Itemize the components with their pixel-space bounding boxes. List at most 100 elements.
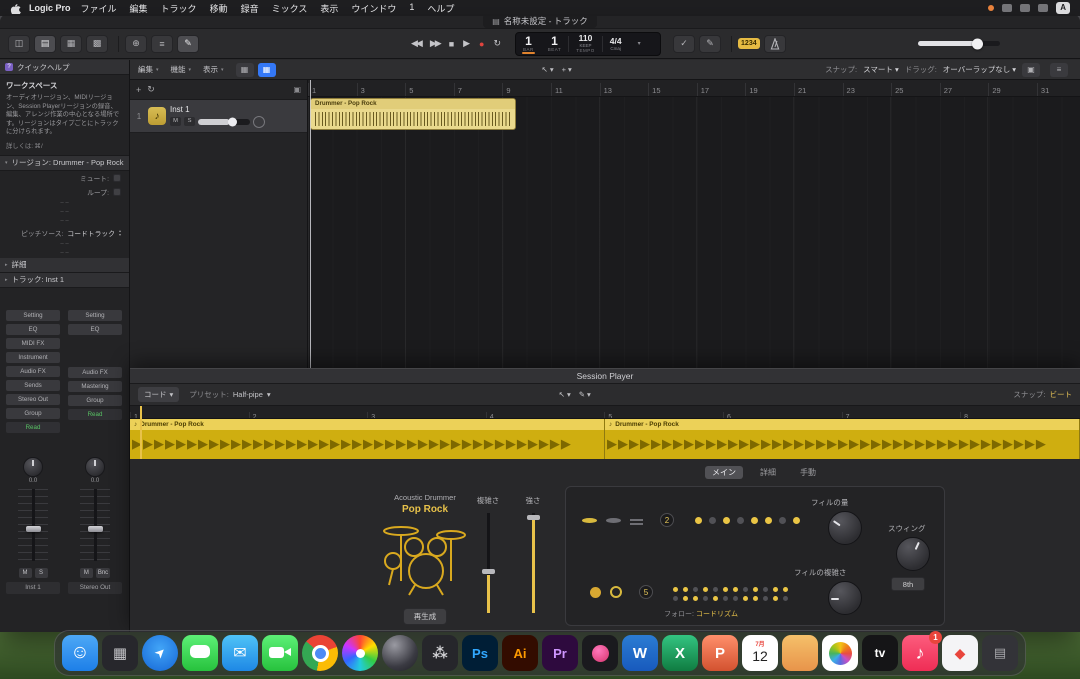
battery-icon[interactable]	[1002, 4, 1012, 12]
menu-item[interactable]: 録音	[241, 2, 259, 15]
mixer-toggle-button[interactable]: ▦	[60, 35, 82, 53]
library-toggle-button[interactable]: ◫	[8, 35, 30, 53]
sp-snap-menu[interactable]: スナップ: ビート	[1013, 389, 1072, 400]
channel-strip-slot[interactable]: Instrument	[6, 352, 60, 363]
pan-knob[interactable]	[85, 457, 105, 477]
tab-manual[interactable]: 手動	[793, 466, 823, 479]
menu-item[interactable]: 1	[409, 2, 414, 15]
channel-strip-slot[interactable]: Group	[68, 395, 122, 406]
dock-icon-misc-app[interactable]: ▤	[982, 635, 1018, 671]
fader-handle[interactable]	[88, 526, 103, 532]
volume-fader[interactable]	[80, 489, 110, 561]
dock-icon-facetime[interactable]	[262, 635, 298, 671]
tab-details[interactable]: 詳細	[753, 466, 783, 479]
pattern-dot[interactable]	[753, 596, 758, 601]
stepper-icon[interactable]: ▴ ▾	[119, 229, 121, 236]
ruler-label[interactable]: 21	[794, 83, 843, 97]
ruler-label[interactable]: 19	[745, 83, 794, 97]
hi-hat-icon[interactable]	[630, 519, 643, 522]
track-pan-knob[interactable]	[253, 116, 265, 128]
task-list-button[interactable]: ✓	[673, 35, 695, 53]
dock-icon-red-diamond-app[interactable]: ◆	[942, 635, 978, 671]
channel-strip-name[interactable]: Inst 1	[6, 582, 60, 594]
solo-button[interactable]: S	[35, 568, 48, 578]
dock-icon-finder[interactable]: ☺	[62, 635, 98, 671]
edit-mode-button[interactable]: ✎	[699, 35, 721, 53]
dock-icon-word[interactable]: W	[622, 635, 658, 671]
track-volume-slider[interactable]	[198, 119, 250, 125]
menu-item[interactable]: ミックス	[272, 2, 308, 15]
sp-playhead[interactable]	[140, 406, 142, 459]
lcd-display[interactable]: 1 BAR 1 BEAT 110 KEEP TEMPO 4/4 Cmaj ▾	[515, 32, 661, 56]
play-button[interactable]: ▶	[463, 38, 470, 49]
channel-strip-slot[interactable]: EQ	[68, 324, 122, 335]
ruler-label[interactable]: 2	[249, 412, 368, 419]
catch-playhead-button[interactable]: ▣	[1022, 63, 1040, 77]
grid-view-button[interactable]: ▦	[236, 63, 254, 77]
dock-icon-launchpad[interactable]: ▦	[102, 635, 138, 671]
sp-drummer-region-b[interactable]: ♪Drummer - Pop Rock ▶▶▶▶▶▶▶▶▶▶▶▶▶▶▶▶▶▶▶▶…	[605, 419, 1080, 459]
intensity-handle[interactable]	[527, 515, 540, 520]
ruler-label[interactable]: 9	[502, 83, 551, 97]
ruler-label[interactable]: 7	[842, 412, 961, 419]
lcd-signature-section[interactable]: 4/4 Cmaj	[603, 33, 629, 55]
slider-knob[interactable]	[228, 117, 237, 126]
pattern-dot[interactable]	[713, 596, 718, 601]
follow-value[interactable]: コードリズム	[696, 611, 738, 618]
pattern-dot[interactable]	[709, 517, 716, 524]
intensity-track[interactable]	[532, 513, 535, 613]
apple-logo-icon[interactable]	[10, 2, 21, 14]
menu-item[interactable]: 編集	[130, 2, 148, 15]
ruler-label[interactable]: 13	[600, 83, 649, 97]
lcd-beat-section[interactable]: 1 BEAT	[541, 33, 568, 55]
channel-strip-slot[interactable]: Read	[6, 422, 60, 433]
dock-icon-sphere-app[interactable]	[382, 635, 418, 671]
pattern-dot[interactable]	[783, 596, 788, 601]
channel-strip-slot[interactable]: Audio FX	[68, 367, 122, 378]
fill-complexity-knob[interactable]	[828, 581, 862, 615]
dock-icon-calendar[interactable]: 7月 12	[742, 635, 778, 671]
channel-strip-slot[interactable]: Group	[6, 408, 60, 419]
menu-item[interactable]: ファイル	[81, 2, 117, 15]
complexity-handle[interactable]	[482, 569, 495, 574]
pan-knob[interactable]	[23, 457, 43, 477]
session-player-editor-button[interactable]: ▦	[258, 63, 276, 77]
channel-strip-slot[interactable]: Audio FX	[6, 366, 60, 377]
follow-setting[interactable]: フォロー: コードリズム	[606, 609, 796, 619]
menu-item[interactable]: 移動	[210, 2, 228, 15]
channel-strip-slot[interactable]: Mastering	[68, 381, 122, 392]
drummer-region[interactable]: Drummer - Pop Rock	[310, 98, 516, 130]
pattern-dot[interactable]	[693, 596, 698, 601]
pitch-source-row[interactable]: ピッチソース: コードトラック ▴ ▾	[0, 226, 129, 240]
view-menu[interactable]: 表示▾	[203, 64, 224, 75]
tab-main[interactable]: メイン	[705, 466, 743, 479]
shaker-icon[interactable]	[590, 587, 601, 598]
complexity-slider[interactable]: 複雑さ	[468, 495, 508, 613]
pointer-tool-menu[interactable]: ↖▾	[542, 65, 554, 74]
menu-item[interactable]: ヘルプ	[427, 2, 454, 15]
lcd-tempo-section[interactable]: 110 KEEP TEMPO	[569, 33, 602, 55]
channel-strip-slot[interactable]: Setting	[6, 310, 60, 321]
ruler-label[interactable]: 27	[940, 83, 989, 97]
ruler-label[interactable]: 5	[405, 83, 454, 97]
dock-icon-apple-tv[interactable]: tv	[862, 635, 898, 671]
ruler-label[interactable]: 25	[891, 83, 940, 97]
dock-icon-illustrator[interactable]: Ai	[502, 635, 538, 671]
toolbar-menu-button[interactable]: ≡	[151, 35, 173, 53]
swing-knob[interactable]	[896, 537, 930, 571]
ruler-label[interactable]: 5	[604, 412, 723, 419]
stop-button[interactable]: ■	[449, 39, 454, 49]
dock-icon-powerpoint[interactable]: P	[702, 635, 738, 671]
channel-strip-slot[interactable]: MIDI FX	[6, 338, 60, 349]
pattern-dot[interactable]	[751, 517, 758, 524]
stepper-down-icon[interactable]: ▾	[119, 233, 121, 237]
percussion-pattern-dots[interactable]	[670, 583, 790, 601]
ride-cymbal-icon[interactable]	[606, 518, 621, 523]
dock-icon-chrome[interactable]	[302, 635, 338, 671]
pattern-dot[interactable]	[723, 517, 730, 524]
quick-help-header[interactable]: ? クイックヘルプ	[0, 60, 129, 75]
intensity-slider[interactable]: 強さ	[513, 495, 553, 613]
regenerate-button[interactable]: 再生成	[403, 608, 448, 625]
volume-fader[interactable]	[18, 489, 48, 561]
track-header-inst1[interactable]: 1 ♪ Inst 1 M S	[130, 100, 307, 133]
